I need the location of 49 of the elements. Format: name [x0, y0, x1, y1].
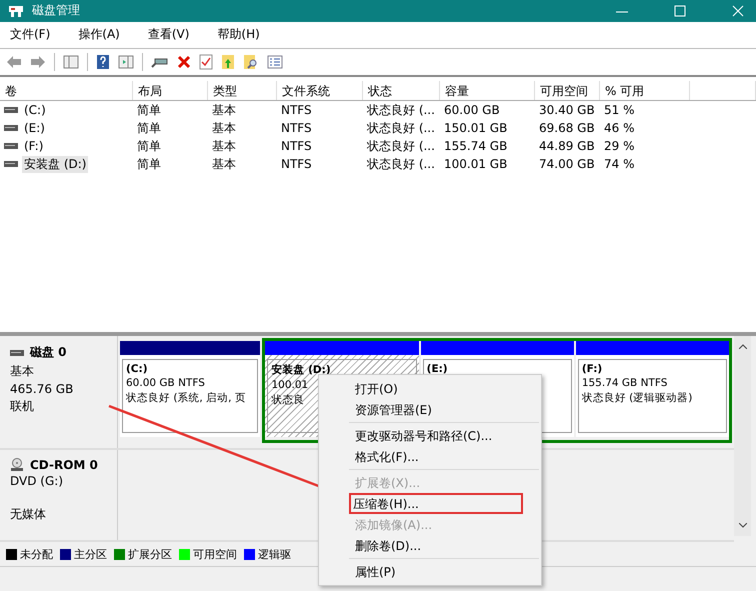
table-cell-text: 74 % — [603, 157, 636, 172]
partition-size: 155.74 GB NTFS — [582, 377, 668, 390]
table-cell-text: 状态良好 (... — [366, 156, 436, 173]
partition-status: 状态良好 (系统, 启动, 页 — [126, 391, 246, 406]
table-cell-text: 100.01 GB — [443, 157, 508, 172]
legend-label: 扩展分区 — [128, 546, 172, 562]
table-cell-text: NTFS — [280, 121, 313, 136]
partition-size: 100.01 — [271, 379, 308, 392]
window-title: 磁盘管理 — [32, 2, 80, 20]
table-cell-text: NTFS — [280, 157, 313, 172]
table-cell-text: 基本 — [211, 156, 237, 173]
partition-label: (F:) — [582, 363, 602, 376]
table-cell-text: 基本 — [211, 102, 237, 119]
table-cell-text: 60.00 GB — [443, 103, 501, 118]
table-cell-text: 69.68 GB — [538, 121, 596, 136]
partition-size: 60.00 GB NTFS — [126, 377, 205, 390]
disk-type: 基本 — [10, 363, 35, 380]
table-cell-text: 51 % — [603, 103, 636, 118]
legend-label: 逻辑驱 — [258, 546, 291, 562]
table-cell-text: 状态良好 (... — [366, 120, 436, 137]
legend-label: 未分配 — [20, 546, 53, 562]
table-cell-text: 74.00 GB — [538, 157, 596, 172]
disk-status: 联机 — [10, 398, 35, 416]
table-cell-text: 简单 — [136, 138, 162, 155]
partition-status: 状态良 — [271, 393, 304, 408]
partition-label: (C:) — [126, 363, 148, 376]
partition-label: (E:) — [426, 363, 448, 376]
table-cell-text: 46 % — [603, 121, 636, 136]
table-cell-text: 简单 — [136, 120, 162, 137]
partition-label: 安装盘 (D:) — [271, 363, 331, 378]
table-cell-text: NTFS — [280, 103, 313, 118]
disk-size: 465.76 GB — [10, 382, 74, 396]
disk-status: 无媒体 — [10, 506, 47, 524]
table-cell-text: 155.74 GB — [443, 139, 508, 154]
table-cell-text: 44.89 GB — [538, 139, 596, 154]
table-cell-text: 150.01 GB — [443, 121, 508, 136]
partition-status: 状态良好 (逻辑驱动器) — [582, 391, 692, 406]
table-cell-text: 简单 — [136, 156, 162, 173]
table-cell-text: 状态良好 (... — [366, 102, 436, 119]
legend-label: 主分区 — [74, 546, 107, 562]
table-cell-text: NTFS — [280, 139, 313, 154]
table-cell-text: 状态良好 (... — [366, 138, 436, 155]
legend-label: 可用空间 — [193, 546, 237, 562]
table-cell-text: 基本 — [211, 138, 237, 155]
table-cell-text: 基本 — [211, 120, 237, 137]
table-cell-text: 29 % — [603, 139, 636, 154]
table-cell-text: 简单 — [136, 102, 162, 119]
disk-type: DVD (G:) — [10, 474, 64, 488]
table-cell-text: 30.40 GB — [538, 103, 596, 118]
